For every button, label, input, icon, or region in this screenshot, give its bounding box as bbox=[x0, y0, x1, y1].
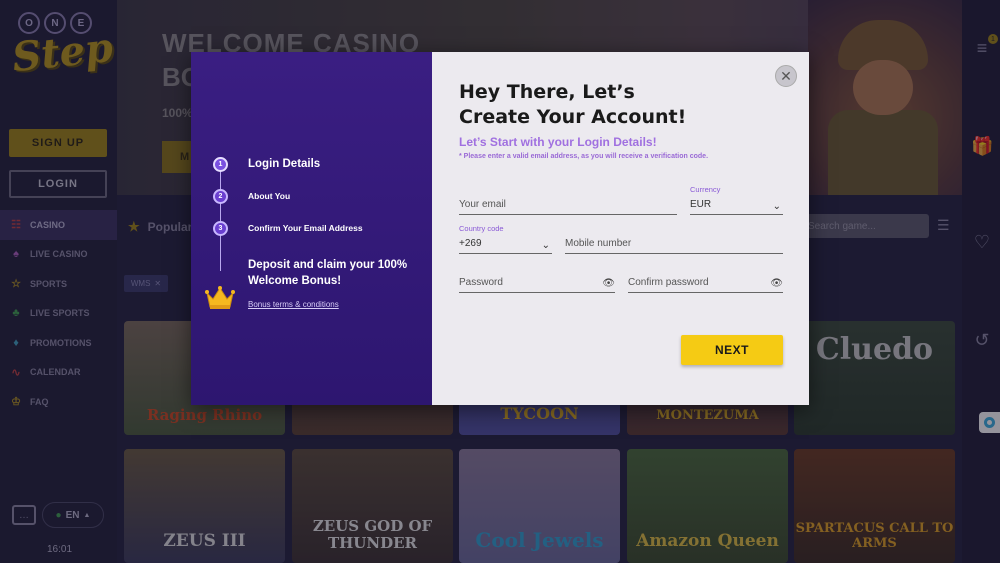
step-label: Login Details bbox=[248, 158, 321, 170]
email-note: * Please enter a valid email address, as… bbox=[459, 153, 709, 160]
email-placeholder: Your email bbox=[459, 199, 506, 210]
bonus-terms-link[interactable]: Bonus terms & conditions bbox=[248, 300, 339, 309]
chevron-down-icon: ⌄ bbox=[541, 240, 550, 251]
currency-value: EUR bbox=[690, 199, 712, 210]
email-field[interactable]: Your email bbox=[459, 198, 677, 215]
eye-off-icon[interactable]: 👁 bbox=[770, 278, 783, 289]
modal-steps-panel: 1 Login Details 2 About You 3 Confirm Yo… bbox=[191, 52, 432, 405]
step-label: Confirm Your Email Address bbox=[248, 223, 363, 233]
signup-modal: 1 Login Details 2 About You 3 Confirm Yo… bbox=[191, 52, 809, 405]
chevron-down-icon: ⌄ bbox=[772, 201, 781, 212]
confirm-password-placeholder: Confirm password bbox=[628, 277, 709, 288]
eye-off-icon[interactable]: 👁 bbox=[602, 278, 615, 289]
country-code-value: +269 bbox=[459, 238, 482, 249]
modal-title-line1: Hey There, Let’s bbox=[459, 81, 635, 103]
mobile-placeholder: Mobile number bbox=[565, 238, 632, 249]
mobile-number-field[interactable]: Mobile number bbox=[565, 237, 783, 254]
country-code-label: Country code bbox=[459, 224, 504, 233]
step-about-you: 2 About You bbox=[213, 180, 363, 212]
currency-label: Currency bbox=[690, 185, 721, 194]
country-code-select[interactable]: Country code +269 ⌄ bbox=[459, 224, 552, 254]
modal-form-panel: ✕ Hey There, Let’s Create Your Account! … bbox=[432, 52, 809, 405]
next-button[interactable]: NEXT bbox=[681, 335, 783, 365]
modal-subtitle: Let’s Start with your Login Details! bbox=[459, 135, 657, 149]
crown-icon bbox=[205, 286, 235, 309]
step-number: 1 bbox=[213, 156, 228, 172]
close-icon[interactable]: ✕ bbox=[775, 65, 797, 87]
step-confirm-email: 3 Confirm Your Email Address bbox=[213, 212, 363, 244]
step-label: About You bbox=[248, 191, 291, 201]
registration-steps: 1 Login Details 2 About You 3 Confirm Yo… bbox=[213, 148, 363, 244]
modal-title-line2: Create Your Account! bbox=[459, 105, 687, 128]
confirm-password-field[interactable]: Confirm password 👁 bbox=[628, 276, 783, 293]
welcome-bonus-text: Deposit and claim your 100% Welcome Bonu… bbox=[248, 259, 408, 288]
password-field[interactable]: Password 👁 bbox=[459, 276, 615, 293]
step-number: 2 bbox=[213, 188, 228, 204]
step-login-details: 1 Login Details bbox=[213, 148, 363, 180]
modal-title: Hey There, Let’s Create Your Account! bbox=[459, 80, 686, 129]
step-number: 3 bbox=[213, 220, 228, 236]
currency-select[interactable]: Currency EUR ⌄ bbox=[690, 185, 783, 215]
password-placeholder: Password bbox=[459, 277, 503, 288]
